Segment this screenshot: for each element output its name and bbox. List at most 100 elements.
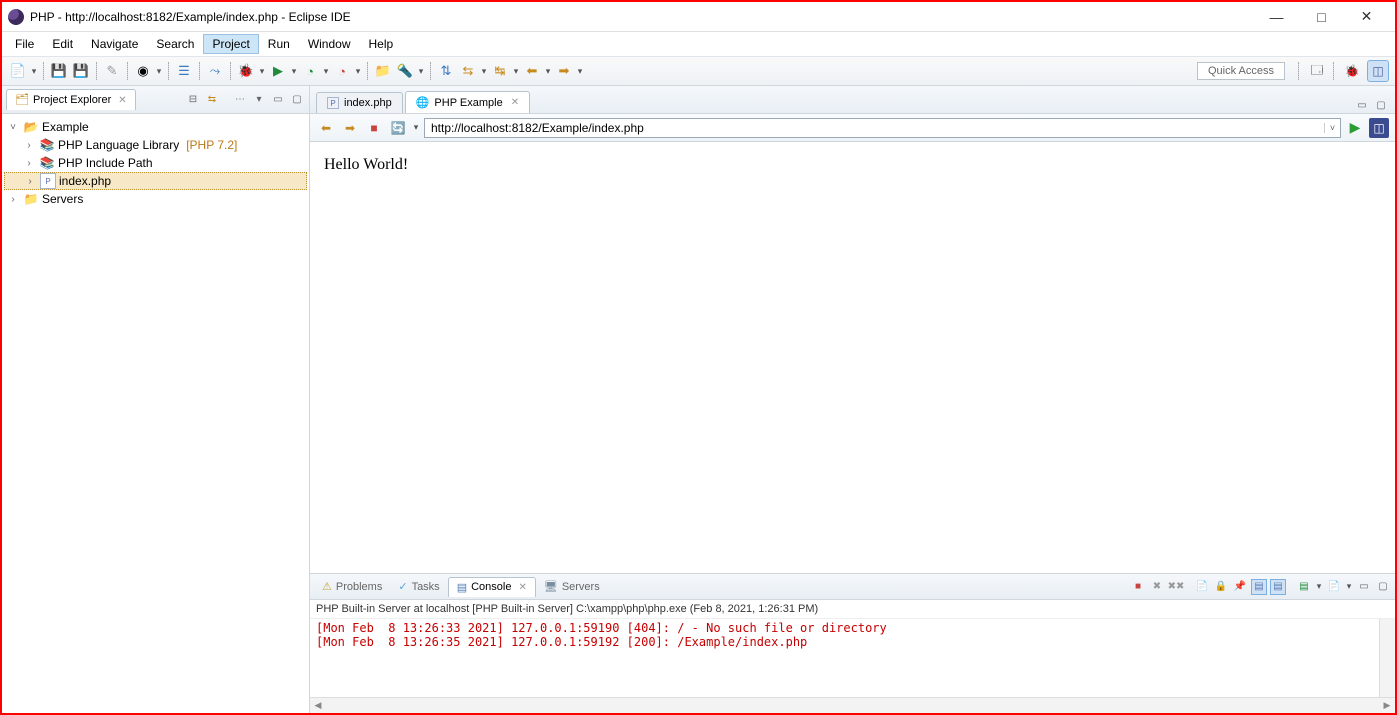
dropdown-icon[interactable]: ▾	[544, 66, 552, 77]
dropdown-icon[interactable]: ▾	[322, 66, 330, 77]
dropdown-icon[interactable]: ▾	[417, 66, 425, 77]
dropdown-icon[interactable]: ▾	[290, 66, 298, 77]
maximize-editor-icon[interactable]: ▢	[1373, 97, 1389, 113]
menu-file[interactable]: File	[6, 34, 43, 54]
perspective-open-icon[interactable]: 🗔	[1306, 60, 1328, 82]
menu-project[interactable]: Project	[203, 34, 258, 54]
browser-go-icon[interactable]: ▶	[1345, 118, 1365, 138]
tree-icon[interactable]: ⇅	[436, 61, 456, 81]
dropdown-icon[interactable]: ▾	[258, 66, 266, 77]
show-console-icon[interactable]: ▤	[1251, 579, 1267, 595]
menu-help[interactable]: Help	[360, 34, 403, 54]
dropdown-icon[interactable]: ▾	[480, 66, 488, 77]
close-tab-icon[interactable]: ✕	[511, 97, 519, 108]
clear-console-icon[interactable]: 📄	[1194, 579, 1210, 595]
twisty-closed-icon[interactable]: ›	[6, 194, 20, 205]
view-menu-icon[interactable]: ▾	[251, 92, 267, 108]
close-icon[interactable]: ✕	[518, 582, 526, 593]
browser-url-field[interactable]: ˅	[424, 118, 1341, 138]
debug-icon[interactable]: 🐞	[236, 61, 256, 81]
link-icon[interactable]: ⇆	[458, 61, 478, 81]
tree-node-example[interactable]: ˅ 📂 Example	[4, 118, 307, 136]
dropdown-icon[interactable]: ▾	[354, 66, 362, 77]
bottom-tab-tasks[interactable]: ✓ Tasks	[390, 577, 447, 596]
minimize-view-icon[interactable]: ▭	[270, 92, 286, 108]
menu-run[interactable]: Run	[259, 34, 299, 54]
scrollbar-horizontal[interactable]: ◀ ▶	[310, 697, 1395, 713]
collapse-all-icon[interactable]: ⊟	[185, 92, 201, 108]
perspective-php-icon[interactable]: ◫	[1367, 60, 1389, 82]
profile-icon[interactable]: ◔	[300, 61, 320, 81]
wand-icon[interactable]: ✎	[102, 61, 122, 81]
browser-settings-icon[interactable]: ◫	[1369, 118, 1389, 138]
tree-node-include-path[interactable]: › 📚 PHP Include Path	[4, 154, 307, 172]
minimize-button[interactable]: ―	[1254, 2, 1299, 32]
bottom-tab-problems[interactable]: ⚠ Problems	[314, 577, 390, 596]
project-explorer-tab[interactable]: 🗂 Project Explorer ✕	[6, 89, 136, 110]
forward-icon[interactable]: ➡	[554, 61, 574, 81]
dropdown-icon[interactable]: ▾	[576, 66, 584, 77]
save-all-icon[interactable]: 💾	[71, 61, 91, 81]
back-icon[interactable]: ⬅	[522, 61, 542, 81]
twisty-closed-icon[interactable]: ›	[22, 158, 36, 169]
browser-stop-icon[interactable]: ■	[364, 118, 384, 138]
save-icon[interactable]: 💾	[49, 61, 69, 81]
perspective-debug-icon[interactable]: 🐞	[1341, 60, 1363, 82]
menu-window[interactable]: Window	[299, 34, 360, 54]
user-icon[interactable]: ◉	[133, 61, 153, 81]
twisty-closed-icon[interactable]: ›	[23, 176, 37, 187]
bottom-tab-servers[interactable]: 🖥 Servers	[536, 577, 608, 596]
browser-forward-icon[interactable]: ➡	[340, 118, 360, 138]
skip-icon[interactable]: ⤳	[205, 61, 225, 81]
tree-node-servers[interactable]: › 📁 Servers	[4, 190, 307, 208]
filter-icon[interactable]: ⋯	[232, 92, 248, 108]
search-icon[interactable]: 🔦	[395, 61, 415, 81]
dropdown-icon[interactable]: ▾	[1345, 581, 1353, 592]
close-button[interactable]: ✕	[1344, 2, 1389, 32]
scroll-right-icon[interactable]: ▶	[1379, 698, 1395, 713]
editor-tab-index-php[interactable]: P index.php	[316, 92, 403, 113]
menu-search[interactable]: Search	[147, 34, 203, 54]
browser-refresh-icon[interactable]: 🔄	[388, 118, 408, 138]
editor-tab-php-example[interactable]: 🌐 PHP Example ✕	[405, 91, 530, 113]
console-body[interactable]: [Mon Feb 8 13:26:33 2021] 127.0.0.1:5919…	[310, 618, 1395, 697]
remove-all-icon[interactable]: ✖✖	[1168, 579, 1184, 595]
twisty-open-icon[interactable]: ˅	[6, 122, 20, 133]
dropdown-icon[interactable]: ▾	[1315, 581, 1323, 592]
pin-icon[interactable]: 📌	[1232, 579, 1248, 595]
menu-navigate[interactable]: Navigate	[82, 34, 147, 54]
dropdown-icon[interactable]: ▾	[412, 122, 420, 133]
new-icon[interactable]: 📄	[8, 61, 28, 81]
stop-profile-icon[interactable]: ◔	[332, 61, 352, 81]
quick-access[interactable]: Quick Access	[1197, 62, 1285, 80]
maximize-view-icon[interactable]: ▢	[1375, 579, 1391, 595]
browser-url-input[interactable]	[425, 121, 1324, 135]
show-console-out-icon[interactable]: ▤	[1270, 579, 1286, 595]
dropdown-icon[interactable]: ▾	[155, 66, 163, 77]
toggle-icon[interactable]: ↹	[490, 61, 510, 81]
run-icon[interactable]: ▶	[268, 61, 288, 81]
display-console-icon[interactable]: ▤	[1296, 579, 1312, 595]
scroll-left-icon[interactable]: ◀	[310, 698, 326, 713]
bottom-tab-console[interactable]: ▤ Console ✕	[448, 577, 536, 597]
link-editor-icon[interactable]: ⇆	[204, 92, 220, 108]
terminate-icon[interactable]: ■	[1130, 579, 1146, 595]
open-console-icon[interactable]: 📄	[1326, 579, 1342, 595]
dropdown-icon[interactable]: ▾	[30, 66, 38, 77]
project-tree[interactable]: ˅ 📂 Example › 📚 PHP Language Library [PH…	[2, 114, 309, 713]
remove-icon[interactable]: ✖	[1149, 579, 1165, 595]
minimize-editor-icon[interactable]: ▭	[1354, 97, 1370, 113]
tree-node-index-php[interactable]: › P index.php	[4, 172, 307, 190]
twisty-closed-icon[interactable]: ›	[22, 140, 36, 151]
minimize-view-icon[interactable]: ▭	[1356, 579, 1372, 595]
folder-icon[interactable]: 📁	[373, 61, 393, 81]
url-dropdown-icon[interactable]: ˅	[1324, 123, 1340, 133]
menu-edit[interactable]: Edit	[43, 34, 82, 54]
scroll-lock-icon[interactable]: 🔒	[1213, 579, 1229, 595]
close-icon[interactable]: ✕	[118, 95, 126, 106]
scrollbar-vertical[interactable]	[1379, 619, 1395, 697]
browser-back-icon[interactable]: ⬅	[316, 118, 336, 138]
maximize-button[interactable]: □	[1299, 2, 1344, 32]
maximize-view-icon[interactable]: ▢	[289, 92, 305, 108]
view-icon[interactable]: ☰	[174, 61, 194, 81]
